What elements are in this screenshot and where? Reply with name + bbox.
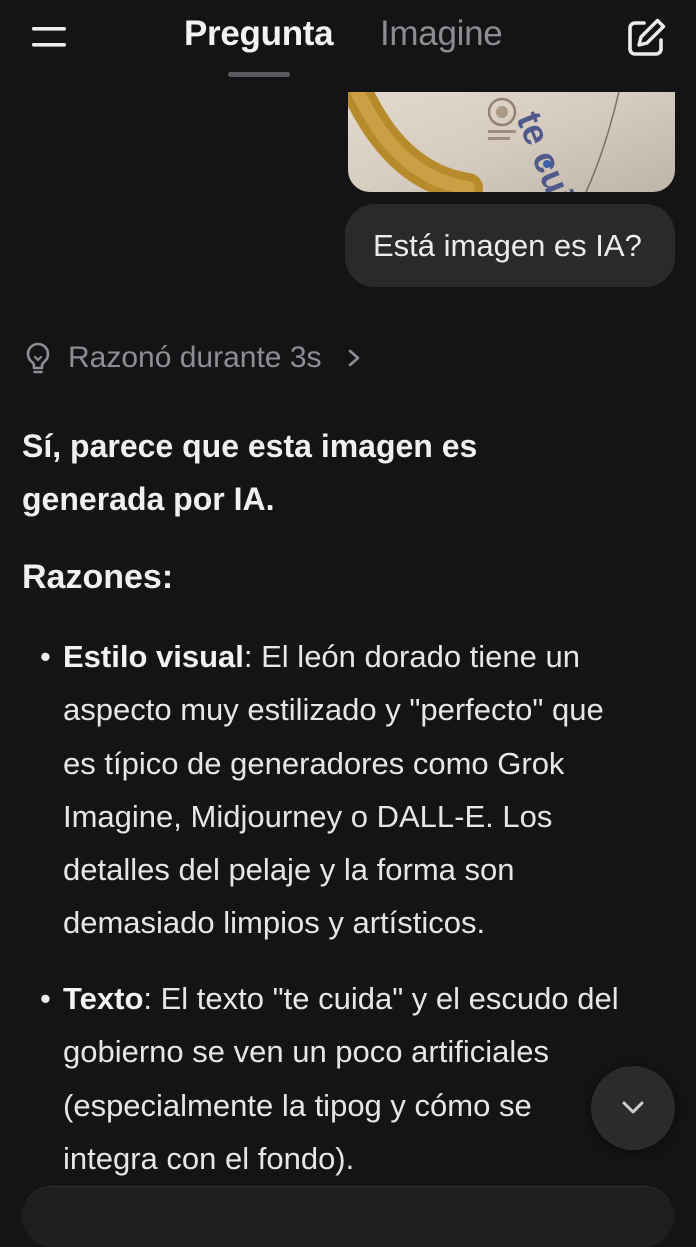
section-heading: Razones: bbox=[22, 558, 174, 596]
scroll-to-bottom-button[interactable] bbox=[591, 1066, 675, 1150]
list-item-text: Texto: El texto "te cuida" y el escudo d… bbox=[63, 972, 623, 1185]
top-bar: Pregunta Imagine bbox=[0, 0, 696, 92]
new-chat-pencil-icon bbox=[628, 18, 666, 56]
tab-imagine[interactable]: Imagine bbox=[380, 14, 503, 54]
menu-button[interactable] bbox=[26, 18, 74, 58]
lightbulb-icon bbox=[26, 342, 50, 374]
reasoning-label: Razonó durante 3s bbox=[68, 341, 322, 374]
reasoning-toggle[interactable]: Razonó durante 3s bbox=[22, 338, 364, 378]
user-message-bubble: Está imagen es IA? bbox=[345, 204, 675, 287]
message-composer[interactable] bbox=[22, 1186, 674, 1247]
list-item-title: Texto bbox=[63, 981, 144, 1016]
bullet-dot: • bbox=[40, 639, 51, 674]
list-item-text: Estilo visual: El león dorado tiene un a… bbox=[63, 630, 643, 950]
chevron-right-icon bbox=[348, 349, 359, 367]
image-text: te cuida bbox=[509, 106, 598, 192]
new-chat-button[interactable] bbox=[622, 14, 670, 62]
chevron-down-icon bbox=[622, 1101, 644, 1114]
active-tab-indicator bbox=[228, 72, 290, 77]
bullet-dot: • bbox=[40, 981, 51, 1016]
list-item-body: : El león dorado tiene un aspecto muy es… bbox=[63, 639, 604, 941]
list-item-title: Estilo visual bbox=[63, 639, 244, 674]
tab-pregunta[interactable]: Pregunta bbox=[184, 14, 334, 54]
list-item-body: : El texto "te cuida" y el escudo del go… bbox=[63, 981, 619, 1176]
hamburger-menu-icon bbox=[32, 27, 66, 47]
answer-heading: Sí, parece que esta imagen es generada p… bbox=[22, 428, 478, 517]
